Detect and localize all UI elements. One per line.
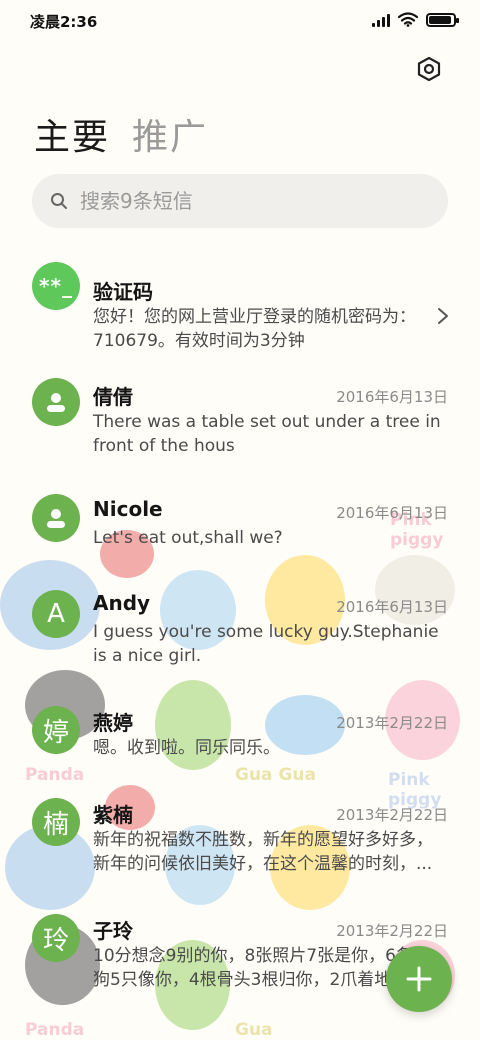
- message-date: 2013年2月22日: [336, 714, 448, 732]
- conversation-item[interactable]: **_ 验证码 您好！您的网上营业厅登录的随机密码为：710679。有效时间为3…: [0, 262, 480, 362]
- message-date: 2016年6月13日: [336, 504, 448, 522]
- panda-text: Panda: [25, 1020, 85, 1040]
- conversation-item[interactable]: 楠 紫楠 2013年2月22日 新年的祝福数不胜数，新年的愿望好多好多，新年的问…: [0, 798, 480, 898]
- sender-name: 验证码: [93, 280, 153, 304]
- message-preview: 新年的祝福数不胜数，新年的愿望好多好多，新年的问候依旧美好，在这个温馨的时刻，.…: [93, 830, 433, 874]
- message-preview: Let's eat out,shall we?: [93, 528, 283, 548]
- signal-icon: [372, 13, 390, 27]
- conversation-item[interactable]: 婷 燕婷 2013年2月22日 嗯。收到啦。同乐同乐。: [0, 706, 480, 786]
- sender-name: 子玲: [93, 919, 133, 943]
- message-date: 2013年2月22日: [336, 806, 448, 824]
- conversation-item[interactable]: 倩倩 2016年6月13日 There was a table set out …: [0, 378, 480, 478]
- avatar: [32, 494, 80, 542]
- avatar: A: [32, 590, 80, 638]
- message-date: 2016年6月13日: [336, 598, 448, 616]
- tab-promotions[interactable]: 推广: [132, 108, 208, 160]
- wifi-icon: [398, 12, 418, 27]
- search-icon: [51, 193, 67, 209]
- person-icon: [47, 509, 65, 528]
- message-date: 2013年2月22日: [336, 922, 448, 940]
- sender-name: 燕婷: [93, 711, 133, 735]
- tab-primary[interactable]: 主要: [34, 108, 110, 160]
- message-preview: 嗯。收到啦。同乐同乐。: [93, 738, 280, 758]
- status-bar: 凌晨2:36: [0, 0, 480, 40]
- status-icons: [372, 12, 459, 27]
- person-icon: [47, 393, 65, 412]
- search-bar[interactable]: [32, 174, 448, 228]
- avatar: [32, 378, 80, 426]
- battery-level: [429, 15, 451, 24]
- status-time: 凌晨2:36: [30, 13, 98, 31]
- plus-icon: [406, 966, 432, 992]
- avatar: 婷: [32, 706, 80, 754]
- battery-icon: [426, 12, 459, 27]
- tab-bar: 主要 推广: [34, 108, 208, 160]
- chevron-right-icon[interactable]: [436, 306, 450, 326]
- message-preview: There was a table set out under a tree i…: [93, 412, 441, 456]
- verification-code-avatar: **_: [32, 262, 80, 310]
- sender-name: 倩倩: [93, 385, 133, 409]
- message-date: 2016年6月13日: [336, 388, 448, 406]
- settings-hexagon-icon[interactable]: [416, 56, 442, 82]
- conversation-item[interactable]: Nicole 2016年6月13日 Let's eat out,shall we…: [0, 494, 480, 574]
- new-message-button[interactable]: [386, 946, 452, 1012]
- sender-name: Andy: [93, 591, 151, 615]
- gua-text: Gua: [235, 1020, 273, 1040]
- search-input[interactable]: [80, 189, 410, 213]
- conversation-item[interactable]: A Andy 2016年6月13日 I guess you're some lu…: [0, 590, 480, 680]
- message-preview: I guess you're some lucky guy.Stephanie …: [93, 622, 439, 666]
- sender-name: 紫楠: [93, 803, 133, 827]
- message-preview: 您好！您的网上营业厅登录的随机密码为：710679。有效时间为3分钟: [93, 307, 416, 351]
- sender-name: Nicole: [93, 497, 163, 521]
- avatar: 玲: [32, 914, 80, 962]
- avatar: 楠: [32, 798, 80, 846]
